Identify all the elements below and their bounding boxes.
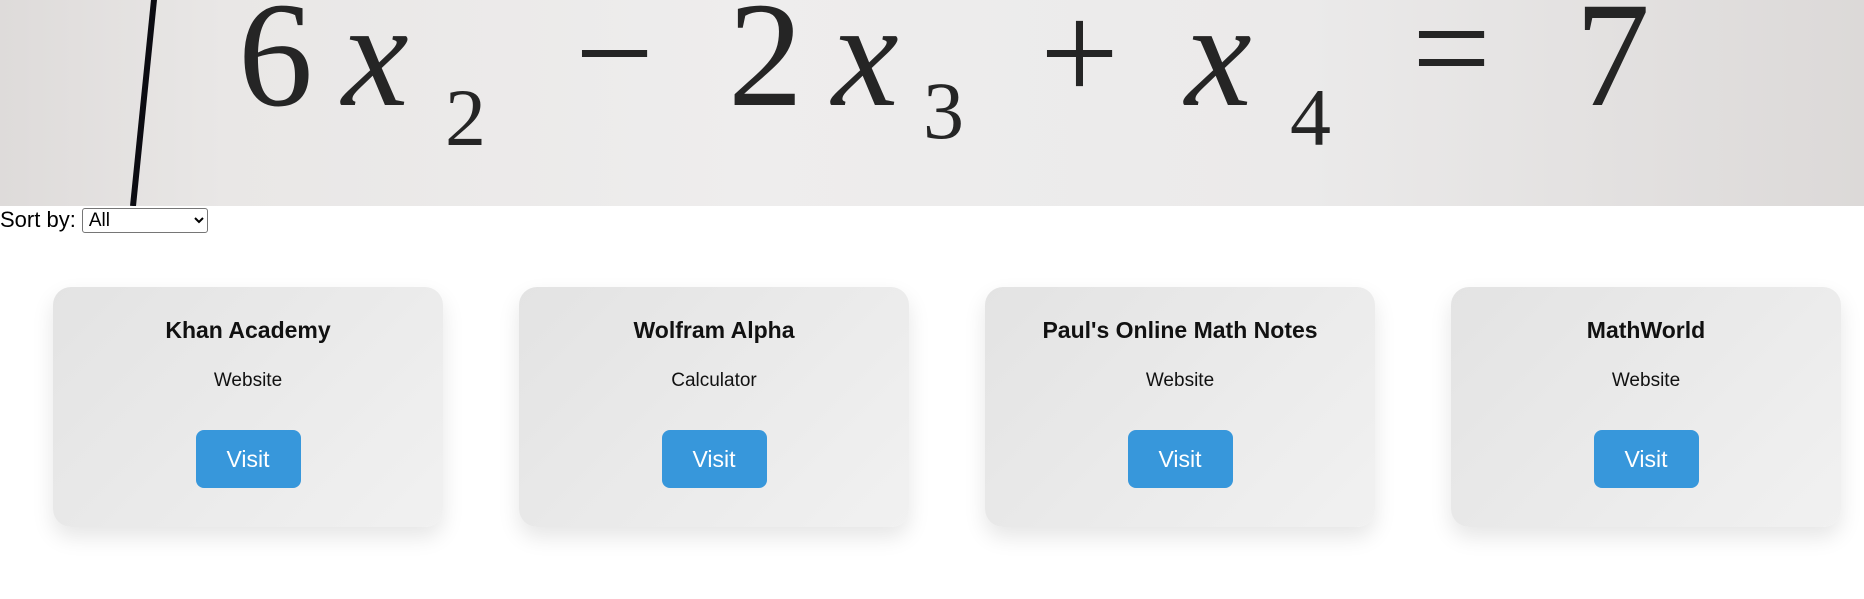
eq-coef2: 2 — [728, 0, 803, 138]
eq-var3: x — [1183, 0, 1252, 138]
visit-button[interactable]: Visit — [195, 430, 301, 488]
eq-sub2: 3 — [923, 65, 964, 156]
card-mathworld: MathWorld Website Visit — [1451, 287, 1841, 527]
hero-banner: 6 x 2 − 2 x 3 + x 4 = 7 — [0, 0, 1864, 206]
eq-var2: x — [830, 0, 899, 138]
card-khan-academy: Khan Academy Website Visit — [53, 287, 443, 527]
sort-select[interactable]: All — [81, 207, 208, 233]
visit-button[interactable]: Visit — [1127, 430, 1233, 488]
sort-label: Sort by: — [0, 207, 76, 232]
card-type: Website — [1145, 370, 1215, 391]
bracket-line — [130, 0, 157, 206]
card-title: MathWorld — [1586, 317, 1706, 343]
eq-op2: + — [1040, 0, 1119, 131]
eq-sub1: 2 — [445, 72, 486, 163]
eq-sub3: 4 — [1290, 72, 1331, 163]
eq-coef1: 6 — [238, 0, 313, 138]
card-title: Paul's Online Math Notes — [1042, 317, 1318, 343]
card-type: Calculator — [671, 370, 757, 391]
card-type: Website — [213, 370, 283, 391]
card-wolfram-alpha: Wolfram Alpha Calculator Visit — [519, 287, 909, 527]
card-title: Wolfram Alpha — [633, 317, 795, 343]
equation-image: 6 x 2 − 2 x 3 + x 4 = 7 — [130, 0, 1650, 206]
eq-rhs: 7 — [1575, 0, 1650, 138]
eq-equals: = — [1412, 0, 1491, 126]
card-type: Website — [1611, 370, 1681, 391]
visit-button[interactable]: Visit — [1593, 430, 1699, 488]
eq-op1: − — [575, 0, 654, 131]
resource-cards: Khan Academy Website Visit Wolfram Alpha… — [53, 287, 1841, 527]
eq-var1: x — [340, 0, 409, 138]
card-pauls-online-math-notes: Paul's Online Math Notes Website Visit — [985, 287, 1375, 527]
card-title: Khan Academy — [165, 317, 331, 343]
sort-bar: Sort by: All — [0, 206, 208, 234]
visit-button[interactable]: Visit — [661, 430, 767, 488]
